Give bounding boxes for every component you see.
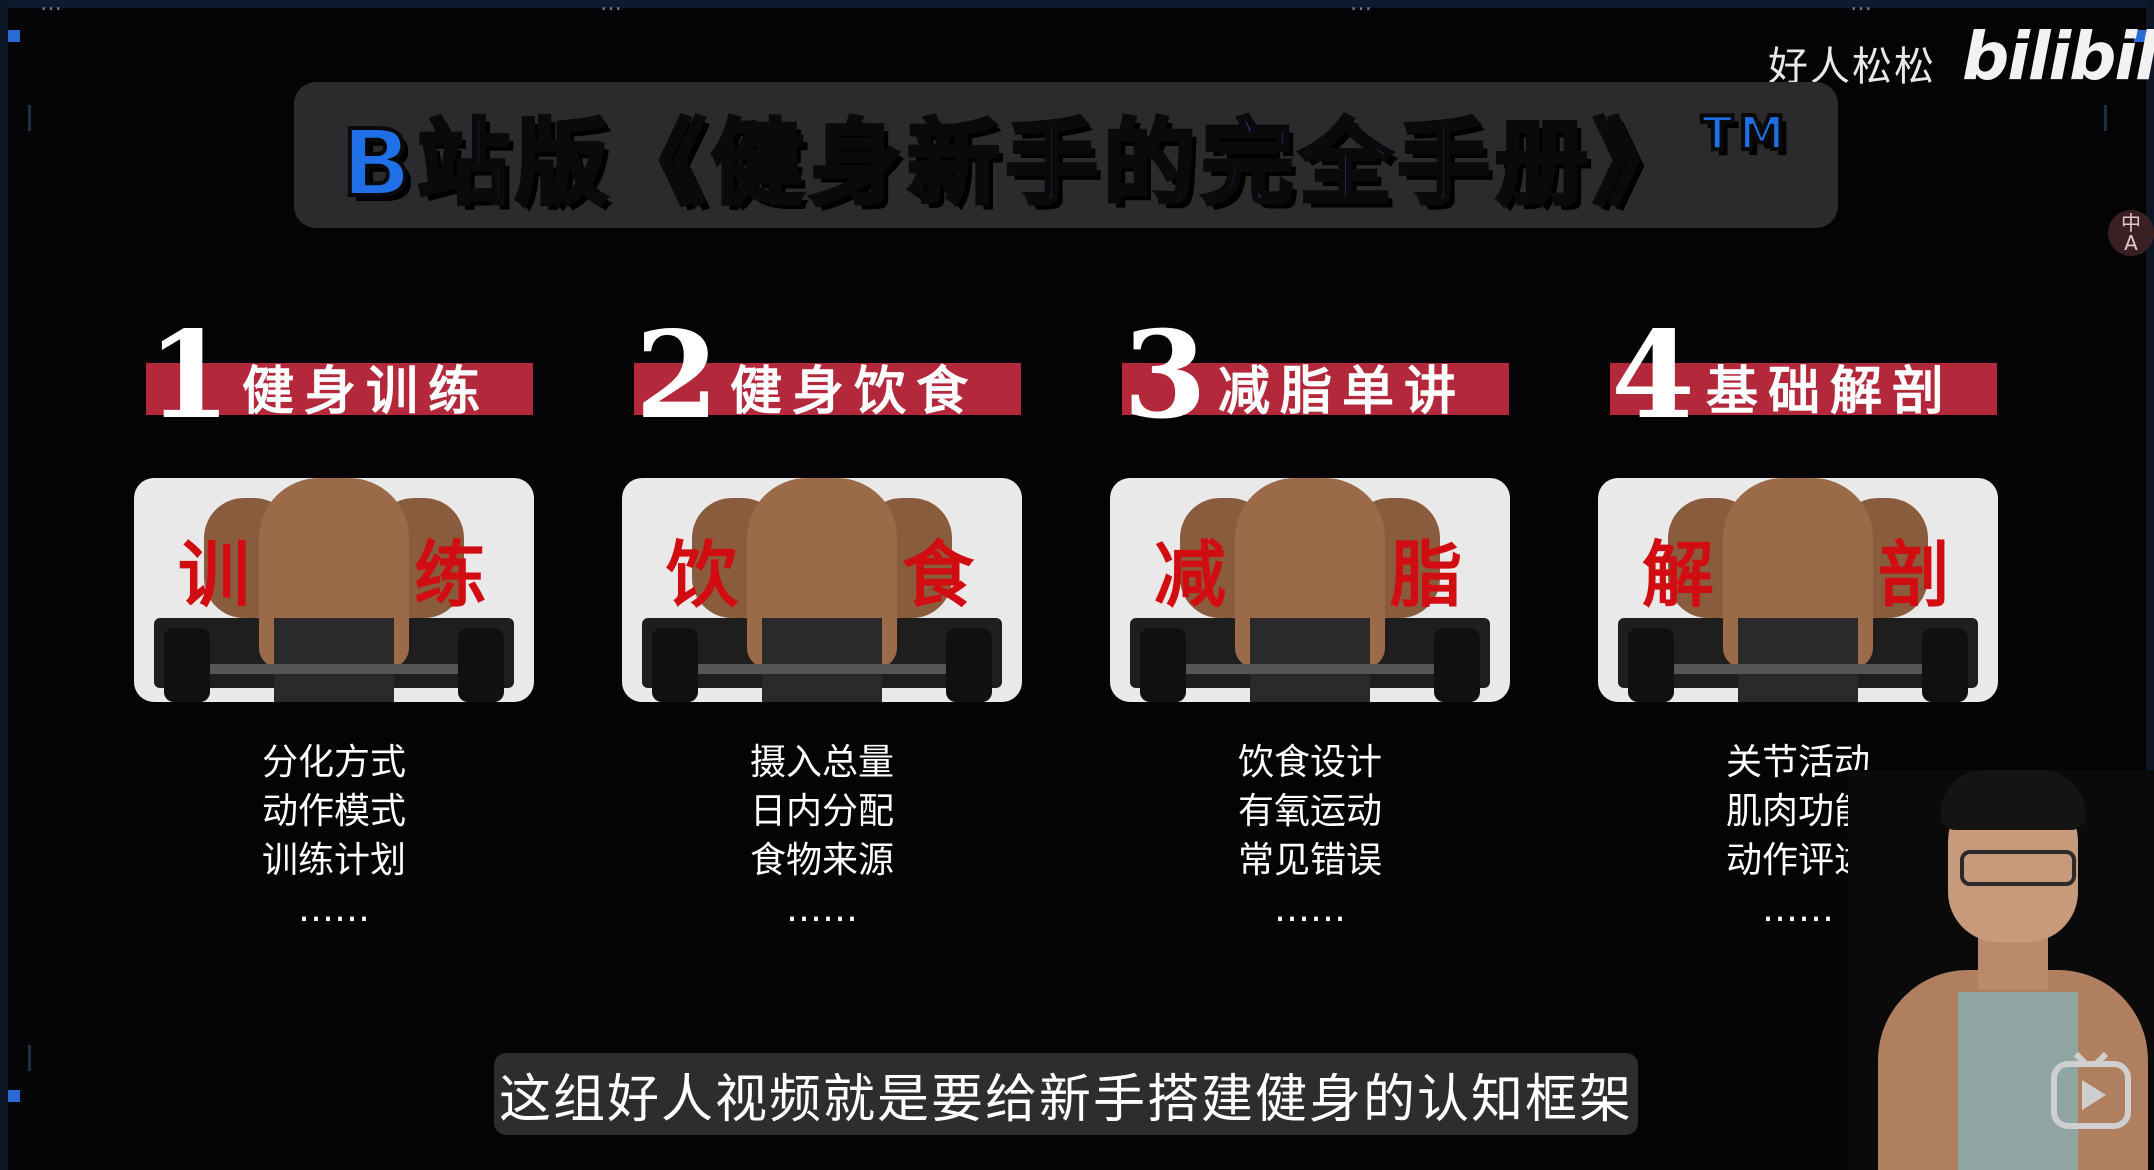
card-glyph-left: 饮 [666, 532, 739, 617]
subtitle-language-button[interactable]: 中A [2108, 210, 2154, 256]
frame-tick [2104, 105, 2107, 131]
topic-item: 食物来源 [749, 840, 894, 881]
topic-item: 动作模式 [261, 791, 406, 832]
top-nav-item[interactable]: … [1850, 0, 2130, 12]
pants-shape [762, 618, 882, 702]
section-number: 4 [1611, 305, 1695, 446]
section-image-card: 训 练 [134, 478, 534, 702]
topic-item: 分化方式 [261, 742, 406, 783]
card-glyph-left: 解 [1642, 532, 1715, 617]
presenter-hair [1940, 770, 2086, 830]
topic-item: 常见错误 [1237, 840, 1382, 881]
section-image-card: 饮 食 [622, 478, 1022, 702]
card-glyph-left: 减 [1154, 532, 1227, 617]
card-glyph-right: 练 [414, 532, 487, 617]
section-number: 3 [1123, 305, 1207, 446]
topic-item: 摄入总量 [749, 742, 894, 783]
corner-marker [8, 1090, 20, 1102]
section-label: 健身饮食 [730, 361, 979, 422]
section-label: 减脂单讲 [1218, 361, 1467, 422]
video-subtitle: 这组好人视频就是要给新手搭建健身的认知框架 [494, 1053, 1638, 1135]
section-number: 2 [635, 305, 719, 446]
page-title: B站版《健身新手的完全手册》 TM [294, 82, 1838, 228]
section-number: 1 [147, 305, 231, 446]
topic-ellipsis: …… [1274, 889, 1346, 930]
topic-list: 摄入总量 日内分配 食物来源 …… [622, 738, 1022, 934]
section-label: 健身训练 [242, 361, 491, 422]
barbell-plate [946, 628, 992, 702]
badge-char: A [2124, 231, 2138, 255]
frame-tick [28, 1045, 31, 1071]
play-icon[interactable] [2046, 1050, 2136, 1140]
title-main: B站版《健身新手的完全手册》 [339, 108, 1692, 219]
video-frame: … … … … 好人松松 bilibili 中A B站版《健身新手的完全手册》T… [0, 0, 2154, 1170]
barbell-plate [164, 628, 210, 702]
presenter-glasses [1960, 850, 2076, 886]
title-banner: B站版《健身新手的完全手册》 TM [294, 82, 1838, 228]
topic-ellipsis: …… [786, 889, 858, 930]
topic-list: 分化方式 动作模式 训练计划 …… [134, 738, 534, 934]
barbell-plate [1628, 628, 1674, 702]
barbell-plate [1922, 628, 1968, 702]
barbell-bar [1628, 664, 1968, 674]
top-nav-item[interactable]: … [40, 0, 400, 12]
barbell-plate [1140, 628, 1186, 702]
frame-tick [28, 105, 31, 131]
card-glyph-left: 训 [178, 532, 251, 617]
section-image-card: 解 剖 [1598, 478, 1998, 702]
section-image-card: 减 脂 [1110, 478, 1510, 702]
topic-ellipsis: …… [298, 889, 370, 930]
pants-shape [1250, 618, 1370, 702]
card-glyph-right: 食 [902, 532, 975, 617]
topic-item: 训练计划 [261, 840, 406, 881]
topic-list: 饮食设计 有氧运动 常见错误 …… [1110, 738, 1510, 934]
trademark-mark: TM [1699, 104, 1791, 162]
card-glyph-right: 脂 [1390, 532, 1463, 617]
barbell-bar [164, 664, 504, 674]
topic-item: 日内分配 [749, 791, 894, 832]
frame-left-border [0, 0, 8, 1170]
barbell-bar [1140, 664, 1480, 674]
topic-item: 饮食设计 [1237, 742, 1382, 783]
card-glyph-right: 剖 [1878, 532, 1951, 617]
barbell-plate [458, 628, 504, 702]
presenter-webcam [1848, 770, 2154, 1170]
barbell-bar [652, 664, 992, 674]
pants-shape [1738, 618, 1858, 702]
pants-shape [274, 618, 394, 702]
barbell-plate [652, 628, 698, 702]
topic-item: 有氧运动 [1237, 791, 1382, 832]
bilibili-logo: bilibili [1962, 18, 2154, 95]
barbell-plate [1434, 628, 1480, 702]
corner-marker [8, 30, 20, 42]
section-label: 基础解剖 [1706, 361, 1955, 422]
top-nav-item[interactable]: … [1350, 0, 1470, 12]
top-nav-item[interactable]: … [600, 0, 1020, 12]
